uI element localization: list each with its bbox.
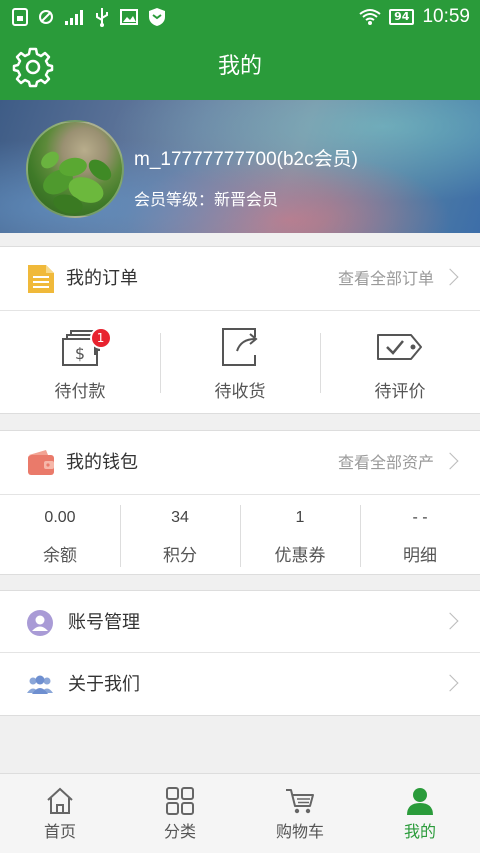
orders-title: 我的订单	[66, 268, 138, 289]
about-us-row[interactable]: 关于我们	[0, 653, 480, 716]
wallet-details[interactable]: - - 明细	[360, 495, 480, 575]
username: m_17777777700(b2c会员)	[134, 149, 358, 170]
tab-cart[interactable]: 购物车	[240, 774, 360, 853]
wallet-icon	[28, 450, 54, 475]
order-pending-receipt-label: 待收货	[214, 382, 266, 402]
order-pending-receipt[interactable]: 待收货	[160, 311, 320, 413]
order-document-icon	[28, 265, 54, 293]
pending-payment-badge: 1	[89, 327, 112, 349]
tab-home[interactable]: 首页	[0, 774, 120, 853]
tab-category-label: 分类	[163, 822, 196, 841]
tab-mine[interactable]: 我的	[360, 774, 480, 853]
wallet-points[interactable]: 34 积分	[120, 495, 240, 575]
user-icon	[407, 788, 433, 815]
tab-home-label: 首页	[43, 822, 76, 841]
details-value: - -	[412, 509, 428, 526]
signal-bars-icon	[65, 10, 83, 25]
orders-header[interactable]: 我的订单 查看全部订单	[0, 247, 480, 311]
package-receive-icon	[222, 328, 258, 366]
cart-icon	[286, 789, 314, 814]
usb-icon	[96, 8, 108, 27]
home-icon	[47, 787, 73, 814]
chevron-right-icon	[441, 452, 459, 470]
wallet-stats: 0.00 余额 34 积分 1 优惠券 - - 明细	[0, 495, 480, 575]
tab-mine-label: 我的	[403, 822, 436, 841]
wifi-icon	[359, 9, 381, 25]
bottom-tab-bar: 首页 分类 购物车 我的	[0, 773, 480, 853]
wallet-card: 我的钱包 查看全部资产 0.00 余额 34 积分 1 优惠券 - - 明细	[0, 430, 480, 575]
member-level: 会员等级：新晋会员	[134, 190, 279, 209]
profile-banner: m_17777777700(b2c会员) 会员等级：新晋会员	[0, 100, 480, 233]
no-signal-icon	[39, 10, 53, 24]
orders-card: 我的订单 查看全部订单 $ 1 待付款 待收货 待评价	[0, 246, 480, 414]
wallet-coupons[interactable]: 1 优惠券	[240, 495, 360, 575]
status-left-icons	[12, 6, 166, 28]
account-management-row[interactable]: 账号管理	[0, 590, 480, 653]
avatar[interactable]	[26, 120, 124, 218]
view-all-orders-link[interactable]: 查看全部订单	[338, 247, 434, 311]
about-group-icon	[27, 675, 53, 694]
clock: 10:59	[422, 6, 470, 27]
tab-cart-label: 购物车	[275, 822, 324, 841]
page-title: 我的	[217, 54, 262, 79]
status-bar: 94 10:59	[0, 0, 480, 34]
wallet-header[interactable]: 我的钱包 查看全部资产	[0, 431, 480, 495]
image-notification-icon	[120, 9, 138, 25]
chevron-right-icon	[441, 674, 459, 692]
chevron-right-icon	[441, 268, 459, 286]
battery-indicator: 94	[389, 9, 415, 25]
review-tag-icon	[377, 334, 422, 360]
status-right-icons: 94 10:59	[359, 6, 470, 28]
tab-category[interactable]: 分类	[120, 774, 240, 853]
app-bar: 我的	[0, 34, 480, 100]
wallet-title: 我的钱包	[66, 452, 138, 473]
order-pending-payment-label: 待付款	[54, 382, 106, 402]
shield-notification-icon	[149, 8, 165, 26]
account-user-icon	[27, 610, 53, 636]
points-value: 34	[171, 509, 189, 526]
account-management-label: 账号管理	[68, 612, 140, 633]
wallet-balance[interactable]: 0.00 余额	[0, 495, 120, 575]
svg-text:$: $	[75, 344, 85, 363]
details-label: 明细	[403, 546, 437, 566]
points-label: 积分	[163, 546, 197, 566]
sim-lock-icon	[12, 8, 28, 26]
order-status-list: $ 1 待付款 待收货 待评价	[0, 311, 480, 413]
about-us-label: 关于我们	[68, 674, 140, 695]
category-grid-icon	[166, 787, 194, 815]
balance-label: 余额	[43, 546, 77, 566]
order-pending-payment[interactable]: $ 1 待付款	[0, 311, 160, 413]
order-pending-review[interactable]: 待评价	[320, 311, 480, 413]
coupons-value: 1	[295, 509, 305, 526]
order-pending-review-label: 待评价	[374, 382, 426, 402]
balance-value: 0.00	[44, 509, 76, 526]
avatar-plant-image	[41, 151, 112, 214]
view-all-assets-link[interactable]: 查看全部资产	[338, 431, 434, 495]
chevron-right-icon	[441, 612, 459, 630]
settings-gear-icon[interactable]	[12, 46, 54, 88]
coupons-label: 优惠券	[274, 546, 326, 566]
